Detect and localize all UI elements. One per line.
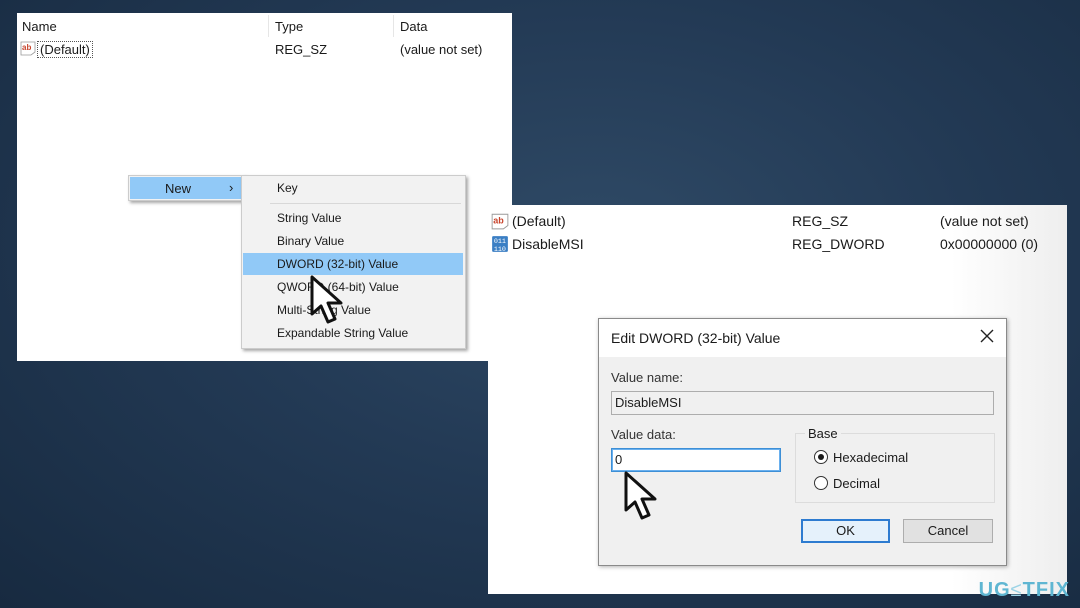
svg-text:ab: ab	[22, 43, 31, 52]
value-data-input[interactable]: 0	[611, 448, 781, 472]
ugetfix-logo: UG≤TFIX	[979, 579, 1070, 602]
logo-text: ≤	[1010, 579, 1023, 601]
radio-label: Decimal	[833, 476, 880, 491]
binary-value-icon: 011 110	[492, 236, 508, 253]
svg-text:011: 011	[494, 238, 506, 246]
menu-item-new[interactable]: New ›	[130, 177, 244, 199]
logo-text: TFIX	[1022, 579, 1070, 601]
menu-separator	[270, 203, 461, 204]
menu-item-dword-value[interactable]: DWORD (32-bit) Value	[243, 253, 463, 275]
column-header-type[interactable]: Type	[275, 19, 303, 34]
new-submenu: Key String Value Binary Value DWORD (32-…	[241, 175, 466, 349]
svg-text:110: 110	[494, 246, 506, 253]
column-header-name[interactable]: Name	[22, 19, 57, 34]
menu-item-expandable-string-value[interactable]: Expandable String Value	[243, 322, 463, 344]
menu-item-string-value[interactable]: String Value	[243, 207, 463, 229]
logo-text: UG	[978, 579, 1011, 601]
menu-item-label: Expandable String Value	[277, 326, 409, 340]
menu-item-label: Multi-String Value	[277, 303, 371, 317]
radio-button-selected[interactable]	[814, 450, 828, 464]
dialog-titlebar[interactable]: Edit DWORD (32-bit) Value	[599, 319, 1006, 357]
column-separator[interactable]	[393, 15, 394, 37]
svg-text:ab: ab	[493, 215, 504, 225]
edit-dword-dialog: Edit DWORD (32-bit) Value Value name: Di…	[598, 318, 1007, 566]
menu-item-binary-value[interactable]: Binary Value	[243, 230, 463, 252]
value-type: REG_SZ	[792, 213, 849, 229]
radio-button[interactable]	[814, 476, 828, 490]
menu-item-qword-value[interactable]: QWORD (64-bit) Value	[243, 276, 463, 298]
value-type: REG_DWORD	[792, 236, 885, 252]
string-value-icon: ab	[20, 41, 36, 56]
base-groupbox	[795, 433, 995, 503]
value-data: (value not set)	[400, 42, 483, 57]
value-name-field[interactable]: DisableMSI	[611, 391, 994, 415]
value-name: DisableMSI	[512, 236, 584, 252]
string-value-icon: ab	[491, 213, 509, 230]
menu-item-label: New	[165, 181, 192, 196]
value-name-label: Value name:	[611, 370, 684, 385]
column-separator[interactable]	[268, 15, 269, 37]
menu-item-label: QWORD (64-bit) Value	[277, 280, 399, 294]
column-header-data[interactable]: Data	[400, 19, 427, 34]
menu-item-label: Key	[277, 181, 298, 195]
close-icon[interactable]	[978, 327, 996, 345]
menu-item-multi-string-value[interactable]: Multi-String Value	[243, 299, 463, 321]
value-data: (value not set)	[940, 213, 1029, 229]
context-menu: New ›	[128, 175, 246, 201]
base-label: Base	[805, 426, 841, 441]
chevron-right-icon: ›	[229, 180, 234, 195]
ok-button[interactable]: OK	[801, 519, 890, 543]
cancel-button[interactable]: Cancel	[903, 519, 993, 543]
menu-item-label: Binary Value	[277, 234, 345, 248]
menu-item-key[interactable]: Key	[243, 177, 463, 199]
menu-item-label: DWORD (32-bit) Value	[277, 257, 399, 271]
menu-item-label: String Value	[277, 211, 342, 225]
value-type: REG_SZ	[275, 42, 328, 57]
value-data-label: Value data:	[611, 427, 676, 442]
dialog-title: Edit DWORD (32-bit) Value	[611, 330, 781, 346]
value-name: (Default)	[512, 213, 566, 229]
radio-label: Hexadecimal	[833, 450, 909, 465]
value-data: 0x00000000 (0)	[940, 236, 1039, 252]
value-name: (Default)	[37, 41, 93, 58]
